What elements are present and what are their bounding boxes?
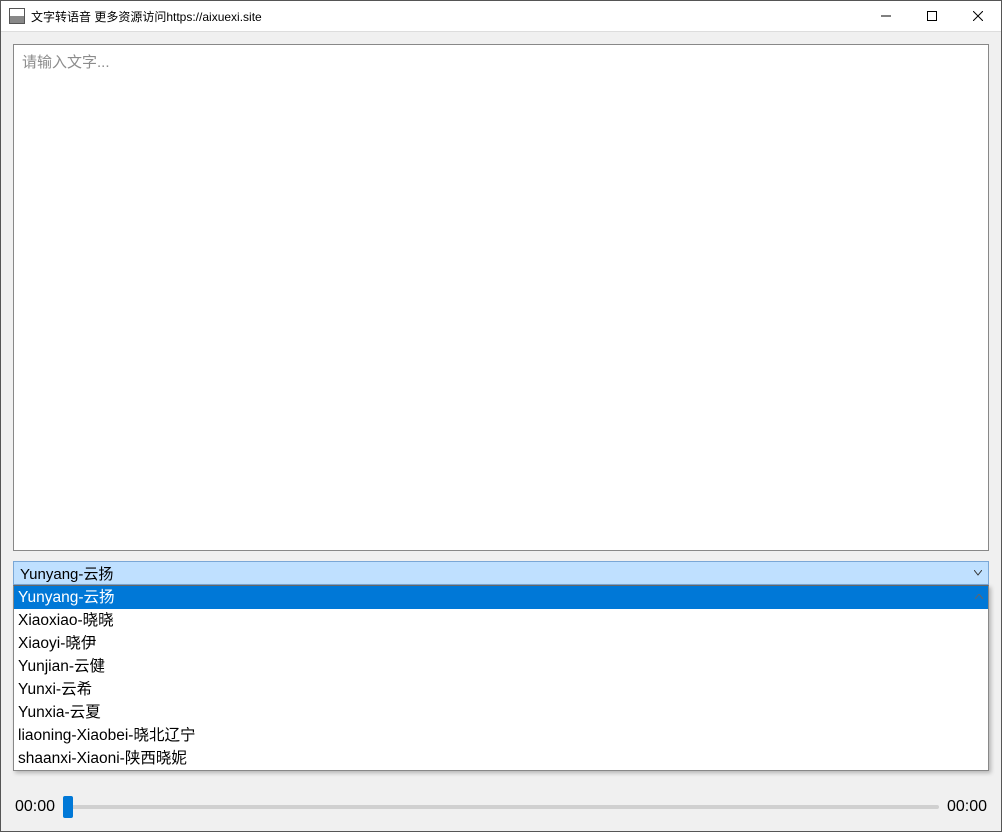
voice-select-value: Yunyang-云扬 bbox=[20, 563, 113, 584]
app-window: 文字转语音 更多资源访问https://aixuexi.site 请输入文字..… bbox=[0, 0, 1002, 832]
voice-option[interactable]: Xiaoyi-晓伊 bbox=[14, 632, 988, 655]
total-time: 00:00 bbox=[947, 798, 987, 816]
voice-option[interactable]: liaoning-Xiaobei-晓北辽宁 bbox=[14, 724, 988, 747]
voice-option[interactable]: Yunxi-云希 bbox=[14, 678, 988, 701]
client-area: 请输入文字... Yunyang-云扬 Yunyang-云扬 Xiaoxiao-… bbox=[1, 32, 1001, 831]
seek-thumb[interactable] bbox=[63, 796, 73, 818]
voice-option[interactable]: shaanxi-Xiaoni-陕西晓妮 bbox=[14, 747, 988, 770]
app-icon bbox=[9, 8, 25, 24]
minimize-icon bbox=[881, 11, 891, 21]
maximize-button[interactable] bbox=[909, 1, 955, 31]
seek-track[interactable] bbox=[63, 805, 939, 809]
voice-dropdown[interactable]: Yunyang-云扬 Xiaoxiao-晓晓 Xiaoyi-晓伊 Yunjian… bbox=[13, 585, 989, 771]
window-title: 文字转语音 更多资源访问https://aixuexi.site bbox=[31, 8, 262, 25]
close-icon bbox=[973, 11, 983, 21]
current-time: 00:00 bbox=[15, 798, 55, 816]
text-input-placeholder: 请输入文字... bbox=[22, 54, 110, 71]
voice-option[interactable]: Yunxia-云夏 bbox=[14, 701, 988, 724]
close-button[interactable] bbox=[955, 1, 1001, 31]
voice-option[interactable]: Xiaoxiao-晓晓 bbox=[14, 609, 988, 632]
text-input[interactable]: 请输入文字... bbox=[13, 44, 989, 551]
chevron-up-icon[interactable] bbox=[971, 588, 986, 604]
titlebar[interactable]: 文字转语音 更多资源访问https://aixuexi.site bbox=[1, 1, 1001, 32]
voice-option[interactable]: Yunjian-云健 bbox=[14, 655, 988, 678]
voice-select[interactable]: Yunyang-云扬 bbox=[13, 561, 989, 585]
voice-option[interactable]: Yunyang-云扬 bbox=[14, 586, 988, 609]
minimize-button[interactable] bbox=[863, 1, 909, 31]
voice-select-wrap: Yunyang-云扬 Yunyang-云扬 Xiaoxiao-晓晓 Xiaoyi… bbox=[13, 561, 989, 585]
chevron-down-icon bbox=[974, 570, 982, 576]
audio-player: 00:00 00:00 bbox=[13, 795, 989, 819]
maximize-icon bbox=[927, 11, 937, 21]
